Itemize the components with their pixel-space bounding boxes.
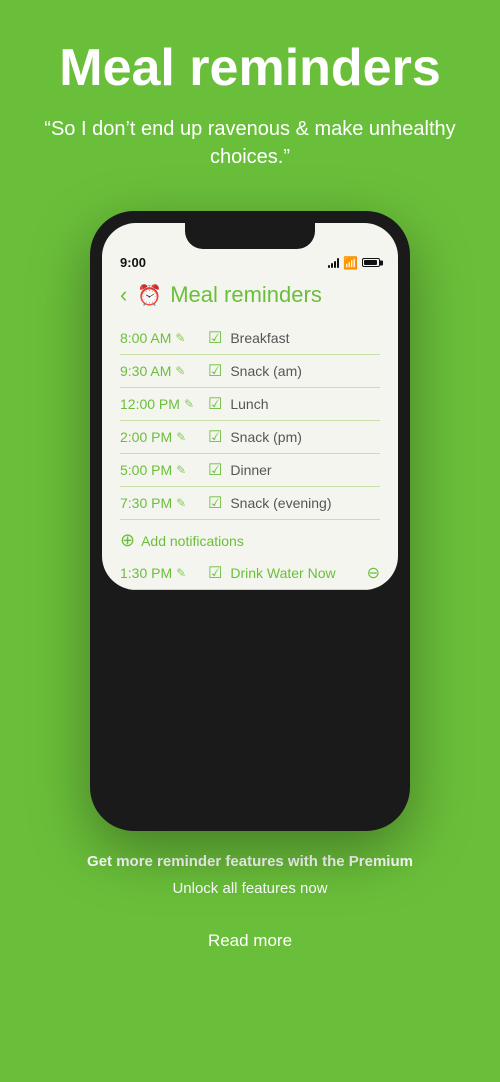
reminder-time-2: 9:30 AM ✎ [120, 363, 200, 379]
reminder-label-1: Breakfast [230, 330, 380, 346]
app-content: ‹ ⏰ Meal reminders 8:00 AM ✎ ☑ Breakfast… [102, 272, 398, 590]
edit-icon-1[interactable]: ✎ [175, 331, 185, 345]
reminder-row: 12:00 PM ✎ ☑ Lunch [120, 388, 380, 421]
status-time: 9:00 [120, 255, 146, 270]
checkbox-6[interactable]: ☑ [208, 493, 222, 513]
promo-subtitle: Unlock all features now [30, 880, 470, 897]
battery-icon [362, 258, 380, 267]
checkbox-water[interactable]: ☑ [208, 563, 222, 583]
checkbox-1[interactable]: ☑ [208, 328, 222, 348]
add-notifications-label: Add notifications [141, 533, 244, 549]
water-reminder-label: Drink Water Now [230, 565, 366, 581]
checkbox-3[interactable]: ☑ [208, 394, 222, 414]
status-bar: 9:00 📶 [102, 249, 398, 272]
edit-icon-4[interactable]: ✎ [176, 430, 186, 444]
edit-icon-water[interactable]: ✎ [176, 566, 186, 580]
add-circle-icon: ⊕ [120, 530, 135, 551]
phone-screen: 9:00 📶 ‹ ⏰ Meal reminders [102, 223, 398, 590]
reminder-label-2: Snack (am) [230, 363, 380, 379]
reminder-row: 2:00 PM ✎ ☑ Snack (pm) [120, 421, 380, 454]
header-section: Meal reminders “So I don’t end up raveno… [0, 0, 500, 211]
reminder-time-1: 8:00 AM ✎ [120, 330, 200, 346]
checkbox-2[interactable]: ☑ [208, 361, 222, 381]
reminder-row: 5:00 PM ✎ ☑ Dinner [120, 454, 380, 487]
water-reminder-time: 1:30 PM ✎ [120, 565, 200, 581]
reminder-list: 8:00 AM ✎ ☑ Breakfast 9:30 AM ✎ ☑ Snack … [120, 322, 380, 520]
reminder-time-5: 5:00 PM ✎ [120, 462, 200, 478]
add-notifications[interactable]: ⊕ Add notifications [120, 520, 380, 557]
reminder-row: 7:30 PM ✎ ☑ Snack (evening) [120, 487, 380, 520]
reminder-label-5: Dinner [230, 462, 380, 478]
edit-icon-3[interactable]: ✎ [184, 397, 194, 411]
reminder-time-3: 12:00 PM ✎ [120, 396, 200, 412]
promo-title: Get more reminder features with the Prem… [30, 851, 470, 872]
edit-icon-6[interactable]: ✎ [176, 496, 186, 510]
app-screen-title: Meal reminders [170, 282, 322, 308]
phone-mockup: 9:00 📶 ‹ ⏰ Meal reminders [90, 211, 410, 831]
read-more-button[interactable]: Read more [128, 915, 373, 967]
reminder-label-6: Snack (evening) [230, 495, 380, 511]
status-icons: 📶 [328, 256, 380, 270]
wifi-icon: 📶 [343, 256, 358, 270]
alarm-icon: ⏰ [137, 283, 162, 308]
edit-icon-2[interactable]: ✎ [175, 364, 185, 378]
checkbox-5[interactable]: ☑ [208, 460, 222, 480]
phone-notch [185, 223, 315, 249]
reminder-label-3: Lunch [230, 396, 380, 412]
reminder-time-4: 2:00 PM ✎ [120, 429, 200, 445]
checkbox-4[interactable]: ☑ [208, 427, 222, 447]
reminder-row: 9:30 AM ✎ ☑ Snack (am) [120, 355, 380, 388]
promo-section: Get more reminder features with the Prem… [0, 831, 500, 997]
subtitle-quote: “So I don’t end up ravenous & make unhea… [30, 115, 470, 171]
edit-icon-5[interactable]: ✎ [176, 463, 186, 477]
reminder-time-6: 7:30 PM ✎ [120, 495, 200, 511]
signal-icon [328, 258, 339, 268]
app-header: ‹ ⏰ Meal reminders [120, 282, 380, 308]
back-arrow-icon[interactable]: ‹ [120, 282, 127, 308]
water-reminder-row: 1:30 PM ✎ ☑ Drink Water Now ⊖ [120, 557, 380, 590]
reminder-label-4: Snack (pm) [230, 429, 380, 445]
remove-icon[interactable]: ⊖ [367, 563, 380, 583]
main-title: Meal reminders [30, 40, 470, 97]
reminder-row: 8:00 AM ✎ ☑ Breakfast [120, 322, 380, 355]
